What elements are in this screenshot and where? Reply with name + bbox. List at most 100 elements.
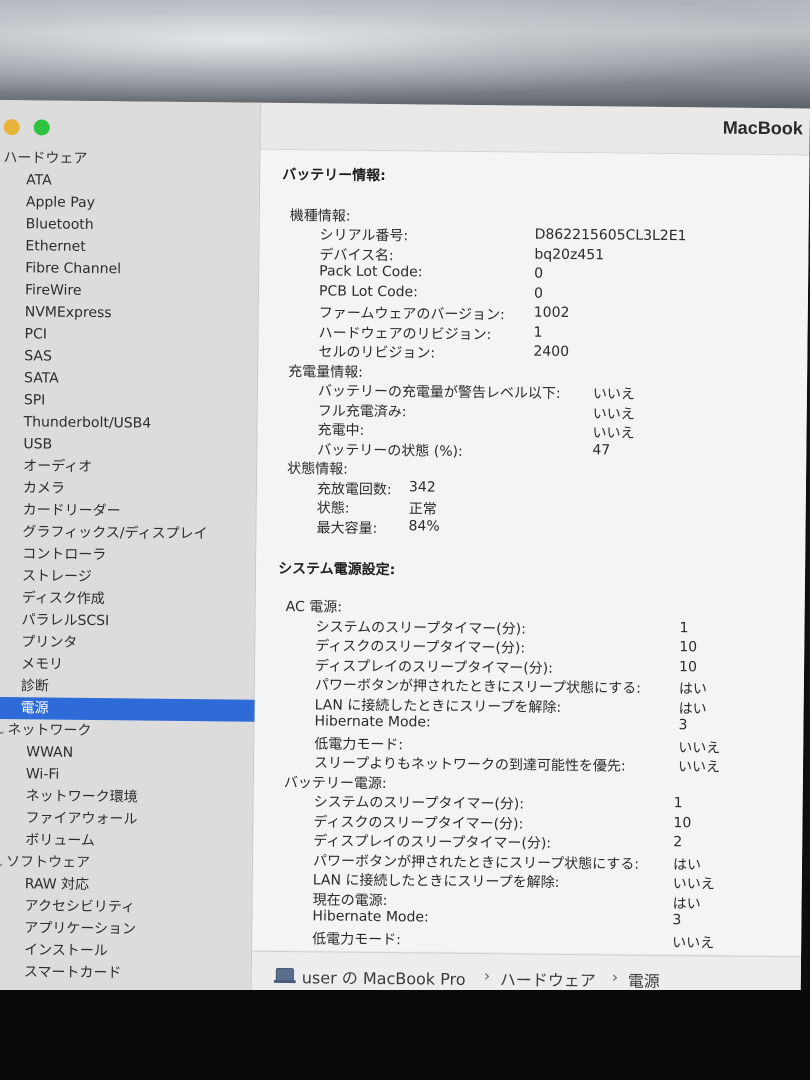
sidebar-item[interactable]: パラレルSCSI	[0, 609, 255, 634]
laptop-icon	[275, 967, 294, 982]
sidebar-item-label: USB	[23, 436, 53, 453]
info-value: D862215605CL3L2E1	[534, 226, 687, 245]
sidebar-item[interactable]: オーディオ	[0, 455, 256, 480]
chevron-right-icon: ›	[611, 967, 619, 987]
sidebar-item[interactable]: Wi-Fi	[0, 763, 253, 788]
sidebar-item-label: ソフトウェア	[5, 854, 91, 871]
sidebar-item-label: プリンタ	[21, 634, 78, 651]
sidebar-item[interactable]: Fibre Channel	[0, 257, 258, 282]
sidebar-item-label: ATA	[26, 172, 52, 189]
sidebar-item-label: Fibre Channel	[25, 260, 122, 278]
sidebar-item[interactable]: カメラ	[0, 477, 256, 502]
sidebar-item-label: インストール	[24, 942, 108, 960]
info-value: いいえ	[672, 876, 715, 893]
info-value: 正常	[408, 501, 437, 518]
info-value: 342	[408, 478, 436, 496]
info-value: 10	[673, 814, 692, 831]
info-label: Hibernate Mode:	[312, 908, 429, 926]
sidebar-item[interactable]: ストレージ	[0, 565, 255, 590]
sidebar-item[interactable]: 電源	[0, 696, 263, 722]
sidebar-item-label: Ethernet	[25, 238, 86, 255]
info-value: 3	[678, 717, 688, 734]
sidebar-item[interactable]: WWAN	[0, 741, 253, 766]
sidebar-item-label: FireWire	[24, 282, 82, 299]
sidebar-item[interactable]: Bluetooth	[0, 213, 259, 238]
path-crumb-power[interactable]: 電源	[628, 968, 660, 992]
info-value: いいえ	[677, 759, 721, 776]
sidebar-item[interactable]: USB	[0, 433, 256, 458]
path-crumb-computer[interactable]: user の MacBook Pro	[302, 964, 466, 990]
path-crumb-hardware[interactable]: ハードウェア	[500, 966, 596, 991]
minimize-button[interactable]	[3, 119, 20, 136]
chevron-right-icon: ›	[483, 966, 491, 986]
info-value: はい	[672, 856, 702, 873]
group-header: 機種情報:	[289, 208, 351, 225]
sidebar-item[interactable]: ネットワーク環境	[0, 785, 253, 810]
info-label: 低電力モード:	[314, 735, 404, 753]
sidebar-item-label: SAS	[24, 348, 53, 365]
sidebar-item-label: アプリケーション	[24, 920, 137, 938]
sidebar-item[interactable]: ⌄ソフトウェア	[0, 851, 252, 876]
sidebar-item[interactable]: アプリケーション	[0, 917, 251, 942]
info-label: 充放電回数:	[316, 480, 392, 498]
sidebar-item-label: アクセシビリティ	[24, 898, 136, 916]
info-label: ハードウェアのリビジョン:	[318, 324, 492, 343]
sidebar-item[interactable]: SPI	[0, 389, 257, 414]
sidebar-item[interactable]: ATA	[0, 169, 259, 194]
sidebar-item[interactable]: FireWire	[0, 279, 258, 304]
sidebar-item[interactable]: カードリーダー	[0, 499, 256, 524]
sidebar-item-label: グラフィックス/ディスプレイ	[22, 524, 208, 543]
sidebar-item-label: 電源	[20, 700, 49, 717]
sidebar-item[interactable]: Ethernet	[0, 235, 259, 260]
sidebar-item-label: コントローラ	[22, 546, 107, 564]
sidebar-item[interactable]: プリンタ	[0, 631, 254, 656]
sidebar-list: ハードウェア ATA Apple Pay Bluetooth Ethernet Fibre…	[0, 147, 263, 986]
info-value: 1	[533, 324, 543, 341]
section-title: システム電源設定:	[278, 560, 396, 579]
sidebar-item[interactable]: PCI	[0, 323, 258, 348]
photo-bottom-edge	[0, 990, 810, 1080]
info-label: ファームウェアのバージョン:	[318, 305, 505, 324]
toolbar: MacBook	[260, 102, 810, 156]
sidebar-item[interactable]: グラフィックス/ディスプレイ	[0, 521, 256, 546]
sidebar-item-label: ハードウェア	[3, 150, 88, 167]
sidebar-item-label: Bluetooth	[25, 216, 94, 233]
info-value: 1002	[533, 304, 570, 321]
sidebar-item[interactable]: コントローラ	[0, 543, 255, 568]
sidebar-item-label: SPI	[23, 392, 46, 409]
sidebar-item[interactable]: Thunderbolt/USB4	[0, 411, 257, 436]
sidebar-item[interactable]: ⌄ネットワーク	[0, 719, 254, 744]
info-value: 0	[534, 265, 544, 282]
sidebar-item-label: PCI	[24, 326, 47, 343]
disclosure-chevron-icon[interactable]: ⌄	[0, 721, 6, 743]
sidebar-item[interactable]: スマートカード	[0, 961, 251, 986]
window-title: MacBook	[722, 117, 803, 139]
sidebar-item-label: Thunderbolt/USB4	[23, 414, 152, 432]
info-value: いいえ	[592, 405, 635, 423]
sidebar-item[interactable]: SATA	[0, 367, 257, 392]
sidebar-item[interactable]: ハードウェア	[0, 147, 259, 172]
sidebar-item-label: ネットワーク	[7, 722, 92, 739]
sidebar-item-label: 診断	[20, 678, 49, 695]
sidebar-item-label: ディスク作成	[21, 590, 105, 608]
sidebar-item[interactable]: Apple Pay	[0, 191, 259, 216]
sidebar-item[interactable]: RAW 対応	[0, 873, 252, 898]
sidebar-item-label: カードリーダー	[22, 502, 121, 520]
sidebar-item[interactable]: NVMExpress	[0, 301, 258, 326]
info-label: セルのリビジョン:	[318, 344, 436, 362]
sidebar-item[interactable]: ボリューム	[0, 829, 252, 854]
sidebar-item[interactable]: 診断	[0, 675, 254, 700]
sidebar-item-label: NVMExpress	[24, 304, 112, 322]
zoom-button[interactable]	[33, 119, 50, 136]
sidebar-item[interactable]: ファイアウォール	[0, 807, 253, 832]
sidebar-item[interactable]: メモリ	[0, 653, 254, 678]
info-label: 現在の電源:	[312, 891, 388, 909]
disclosure-chevron-icon[interactable]: ⌄	[0, 853, 4, 875]
sidebar-item[interactable]: SAS	[0, 345, 257, 370]
info-value: 10	[679, 639, 698, 656]
info-value: はい	[672, 895, 701, 912]
sidebar-item[interactable]: インストール	[0, 939, 251, 964]
sidebar-item[interactable]: アクセシビリティ	[0, 895, 252, 920]
info-label: デバイス名:	[319, 246, 394, 264]
sidebar-item[interactable]: ディスク作成	[0, 587, 255, 612]
